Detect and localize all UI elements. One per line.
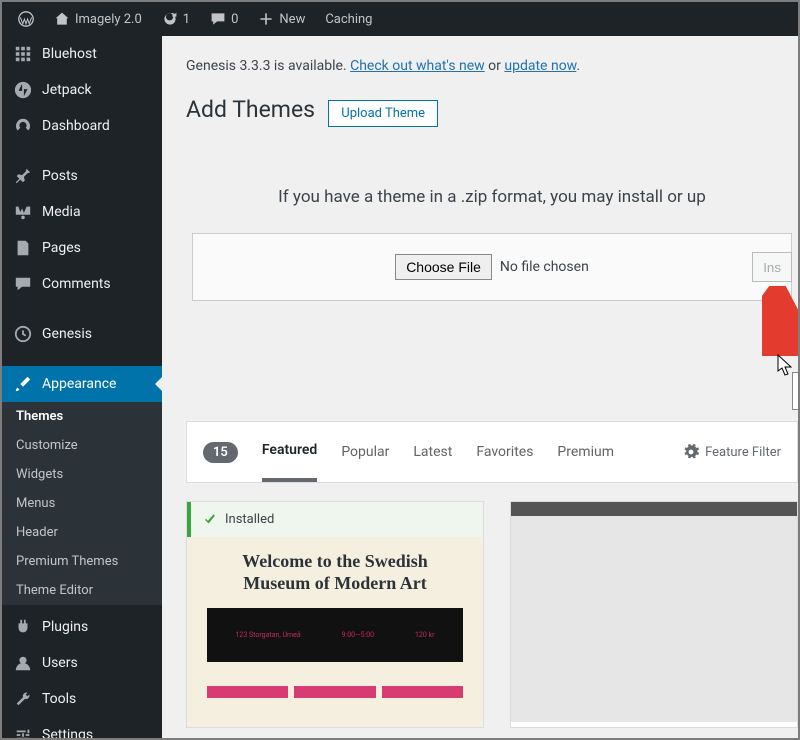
upload-form: Choose File No file chosen Ins bbox=[192, 233, 792, 301]
sidebar-item-label: Settings bbox=[42, 727, 93, 738]
whats-new-link[interactable]: Check out what's new bbox=[350, 58, 485, 74]
jetpack-icon bbox=[14, 81, 32, 99]
sidebar-sub-header[interactable]: Header bbox=[2, 518, 162, 547]
sidebar-item-genesis[interactable]: Genesis bbox=[2, 316, 162, 352]
update-count: 1 bbox=[183, 12, 190, 27]
sidebar-item-label: Pages bbox=[42, 240, 81, 256]
brush-icon bbox=[14, 375, 32, 393]
theme-banner: 123 Storgatan, Umeå 9:00—5:00 120 kr bbox=[207, 608, 463, 662]
updates-link[interactable]: 1 bbox=[154, 2, 198, 36]
home-icon bbox=[54, 11, 70, 27]
update-now-link[interactable]: update now bbox=[504, 58, 576, 74]
wordpress-logo[interactable] bbox=[10, 2, 42, 36]
main-content: Genesis 3.3.3 is available. Check out wh… bbox=[162, 36, 798, 738]
upload-instructions: If you have a theme in a .zip format, yo… bbox=[186, 187, 798, 207]
sidebar-item-appearance[interactable]: Appearance bbox=[2, 366, 162, 402]
sidebar-sub-theme-editor[interactable]: Theme Editor bbox=[2, 576, 162, 605]
site-name: Imagely 2.0 bbox=[75, 12, 142, 27]
sidebar-item-tools[interactable]: Tools bbox=[2, 681, 162, 717]
plugin-icon bbox=[14, 618, 32, 636]
theme-filter-tabs: 15 Featured Popular Latest Favorites Pre… bbox=[186, 421, 798, 483]
theme-preview bbox=[511, 516, 797, 722]
page-icon bbox=[14, 239, 32, 257]
sidebar-item-label: Jetpack bbox=[42, 82, 92, 98]
sidebar-item-label: Bluehost bbox=[42, 46, 97, 62]
theme-grid: Installed Welcome to the Swedish Museum … bbox=[186, 501, 798, 728]
sliders-icon bbox=[14, 726, 32, 738]
sidebar-item-jetpack[interactable]: Jetpack bbox=[2, 72, 162, 108]
wordpress-icon bbox=[18, 11, 34, 27]
sidebar-item-label: Plugins bbox=[42, 619, 88, 635]
sidebar-item-label: Dashboard bbox=[42, 118, 110, 134]
sidebar-item-plugins[interactable]: Plugins bbox=[2, 609, 162, 645]
tab-featured[interactable]: Featured bbox=[262, 422, 317, 482]
sidebar-item-pages[interactable]: Pages bbox=[2, 230, 162, 266]
sidebar-item-label: Posts bbox=[42, 168, 78, 184]
genesis-icon bbox=[14, 325, 32, 343]
sidebar-item-label: Users bbox=[42, 655, 78, 671]
comment-count: 0 bbox=[231, 12, 238, 27]
sidebar-item-label: Tools bbox=[42, 691, 76, 707]
new-label: New bbox=[279, 12, 305, 27]
sidebar-item-dashboard[interactable]: Dashboard bbox=[2, 108, 162, 144]
theme-preview-header bbox=[511, 502, 797, 516]
sidebar-item-users[interactable]: Users bbox=[2, 645, 162, 681]
file-status: No file chosen bbox=[500, 259, 589, 275]
tab-latest[interactable]: Latest bbox=[413, 424, 452, 480]
theme-count-badge: 15 bbox=[203, 442, 238, 463]
theme-card[interactable] bbox=[510, 501, 798, 728]
caching-label: Caching bbox=[325, 12, 372, 27]
sidebar-item-comments[interactable]: Comments bbox=[2, 266, 162, 302]
update-icon bbox=[162, 11, 178, 27]
choose-file-button[interactable]: Choose File bbox=[395, 254, 492, 280]
check-icon bbox=[203, 513, 217, 527]
sidebar-item-posts[interactable]: Posts bbox=[2, 158, 162, 194]
sidebar-item-label: Genesis bbox=[42, 326, 92, 342]
install-button[interactable]: Ins bbox=[752, 252, 792, 282]
wrench-icon bbox=[14, 690, 32, 708]
gear-icon bbox=[683, 444, 699, 460]
upload-theme-button[interactable]: Upload Theme bbox=[328, 100, 438, 127]
caching-link[interactable]: Caching bbox=[317, 2, 380, 36]
tab-favorites[interactable]: Favorites bbox=[476, 424, 533, 480]
comment-icon bbox=[210, 11, 226, 27]
comment-icon bbox=[14, 275, 32, 293]
tab-premium[interactable]: Premium bbox=[557, 424, 614, 480]
pin-icon bbox=[14, 167, 32, 185]
site-link[interactable]: Imagely 2.0 bbox=[46, 2, 150, 36]
plus-icon bbox=[258, 11, 274, 27]
grid-icon bbox=[14, 45, 32, 63]
media-icon bbox=[14, 203, 32, 221]
tab-popular[interactable]: Popular bbox=[341, 424, 389, 480]
admin-topbar: Imagely 2.0 1 0 New Caching bbox=[2, 2, 798, 36]
admin-sidebar: Bluehost Jetpack Dashboard Posts Media P… bbox=[2, 36, 162, 738]
sidebar-sub-customize[interactable]: Customize bbox=[2, 431, 162, 460]
file-tooltip: No file chosen bbox=[792, 372, 798, 410]
annotation-arrow bbox=[762, 286, 798, 356]
dashboard-icon bbox=[14, 117, 32, 135]
sidebar-item-label: Comments bbox=[42, 276, 111, 292]
sidebar-item-settings[interactable]: Settings bbox=[2, 717, 162, 738]
comments-link[interactable]: 0 bbox=[202, 2, 246, 36]
sidebar-item-bluehost[interactable]: Bluehost bbox=[2, 36, 162, 72]
sidebar-sub-themes[interactable]: Themes bbox=[2, 402, 162, 431]
installed-badge: Installed bbox=[187, 502, 483, 537]
users-icon bbox=[14, 654, 32, 672]
page-title: Add Themes bbox=[186, 96, 315, 123]
genesis-update-notice: Genesis 3.3.3 is available. Check out wh… bbox=[186, 58, 798, 74]
sidebar-sub-premium-themes[interactable]: Premium Themes bbox=[2, 547, 162, 576]
sidebar-sub-widgets[interactable]: Widgets bbox=[2, 460, 162, 489]
sidebar-item-label: Media bbox=[42, 204, 81, 220]
theme-card[interactable]: Installed Welcome to the Swedish Museum … bbox=[186, 501, 484, 728]
sidebar-item-media[interactable]: Media bbox=[2, 194, 162, 230]
theme-preview: Welcome to the Swedish Museum of Modern … bbox=[187, 537, 483, 727]
new-content-link[interactable]: New bbox=[250, 2, 313, 36]
sidebar-item-label: Appearance bbox=[42, 376, 116, 392]
theme-strips bbox=[207, 686, 463, 698]
sidebar-sub-menus[interactable]: Menus bbox=[2, 489, 162, 518]
feature-filter-button[interactable]: Feature Filter bbox=[683, 444, 781, 460]
